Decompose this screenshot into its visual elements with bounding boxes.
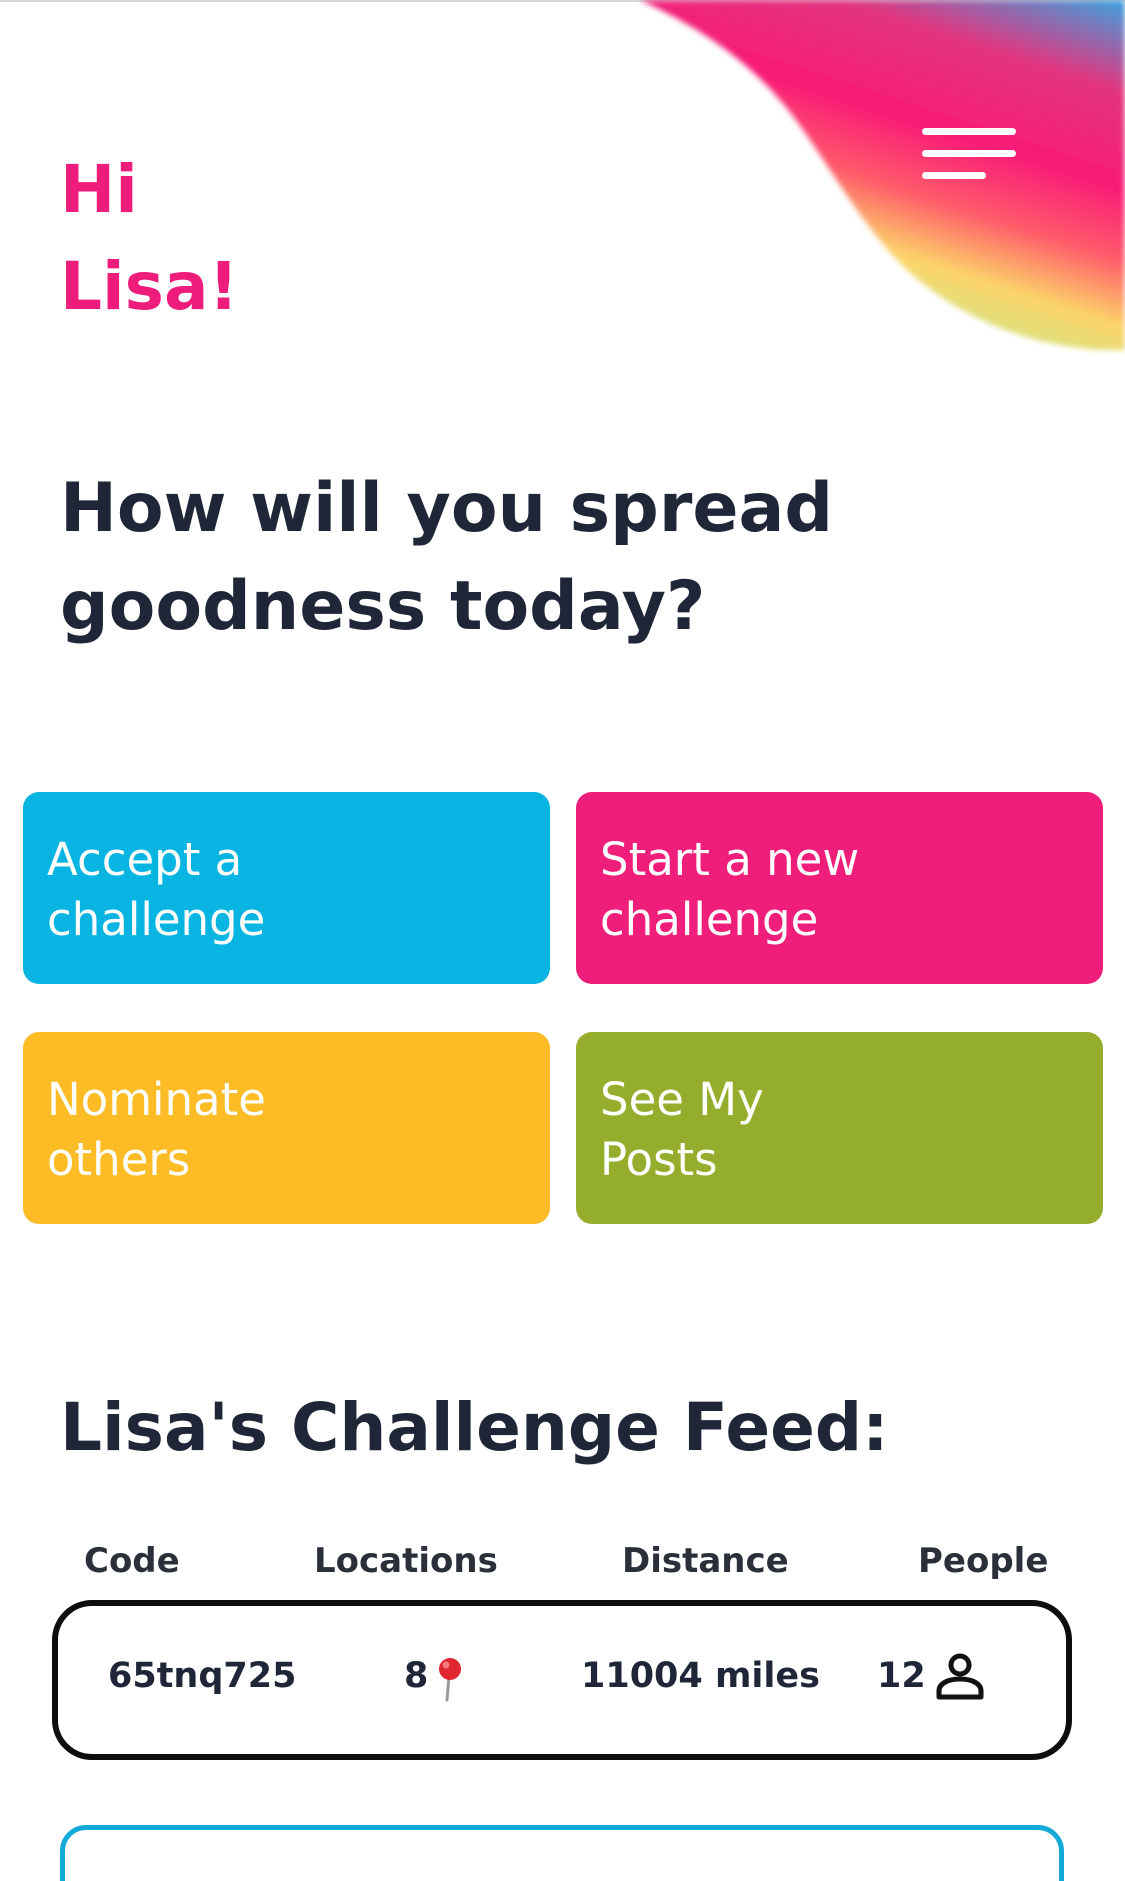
- challenge-feed-row-partial[interactable]: [60, 1825, 1064, 1881]
- accept-challenge-label-2: challenge: [47, 893, 266, 946]
- person-icon: [936, 1653, 984, 1700]
- greeting-name: Lisa!: [60, 248, 239, 325]
- prompt-line-1: How will you spread: [60, 469, 834, 548]
- start-new-challenge-button[interactable]: Start a new challenge: [576, 792, 1103, 984]
- posts-label-1: See My: [600, 1073, 764, 1126]
- challenge-code: 65tnq725: [108, 1656, 297, 1696]
- see-my-posts-button[interactable]: See My Posts: [576, 1032, 1103, 1224]
- nominate-label-2: others: [47, 1133, 191, 1186]
- nominate-label-1: Nominate: [47, 1073, 266, 1126]
- column-header-distance: Distance: [622, 1541, 789, 1581]
- home-screen: Hi Lisa! How will you spread goodness to…: [0, 0, 1125, 1881]
- accept-challenge-label-1: Accept a: [47, 833, 243, 886]
- column-header-code: Code: [84, 1541, 180, 1581]
- prompt-line-2: goodness today?: [60, 567, 706, 646]
- prompt-heading: How will you spread goodness today?: [60, 460, 1060, 656]
- nominate-others-button[interactable]: Nominate others: [23, 1032, 550, 1224]
- column-header-locations: Locations: [314, 1541, 498, 1581]
- challenge-feed-title: Lisa's Challenge Feed:: [60, 1389, 889, 1466]
- challenge-distance: 11004 miles: [581, 1656, 820, 1696]
- greeting-line-1: Hi: [60, 151, 138, 228]
- challenge-locations-count: 8: [404, 1656, 429, 1696]
- column-header-people: People: [918, 1541, 1049, 1581]
- accept-challenge-button[interactable]: Accept a challenge: [23, 792, 550, 984]
- start-challenge-label-2: challenge: [600, 893, 819, 946]
- hamburger-menu-icon-bar: [922, 172, 986, 179]
- start-challenge-label-1: Start a new: [600, 833, 860, 886]
- map-pin-icon: [439, 1658, 461, 1702]
- menu-button[interactable]: [910, 118, 1020, 194]
- posts-label-2: Posts: [600, 1133, 718, 1186]
- challenge-people-count: 12: [877, 1656, 926, 1696]
- hamburger-menu-icon: [922, 128, 1016, 135]
- hamburger-menu-icon-bar: [922, 150, 1016, 157]
